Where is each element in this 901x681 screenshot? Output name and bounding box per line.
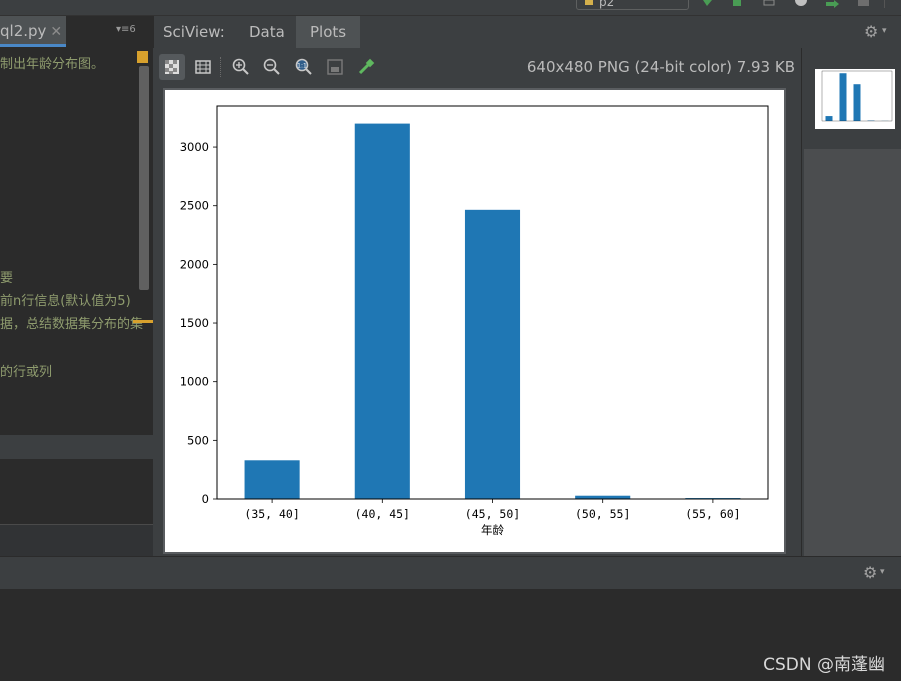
code-line: 要 — [0, 271, 14, 286]
bar — [853, 84, 861, 121]
y-tick-label: 0 — [202, 492, 209, 506]
gear-icon[interactable]: ⚙ — [863, 563, 877, 582]
tab-data[interactable]: Data — [235, 16, 299, 48]
gear-icon[interactable]: ⚙ — [864, 22, 878, 41]
bar — [839, 73, 847, 121]
code-line: 据，总结数据集分布的集 — [0, 317, 144, 332]
y-tick-label: 2000 — [180, 257, 209, 271]
editor-panel: ql2.py ✕ ▾≡6 制出年龄分布图。 要 前n行信息(默认值为5) 据，总结… — [0, 16, 153, 556]
bottom-tool-window-header: ⚙ ▾ — [0, 556, 901, 589]
thumbnail-chart — [821, 70, 893, 122]
tab-list-menu[interactable]: ▾≡6 — [116, 24, 136, 35]
profile-icon[interactable] — [793, 0, 809, 10]
watermark: CSDN @南蓬幽 — [763, 655, 885, 675]
sciview-header: SciView: Data Plots ⚙ ▾ — [153, 16, 901, 48]
debug-icon[interactable] — [729, 0, 745, 10]
tab-plots[interactable]: Plots — [296, 16, 361, 48]
editor-tab[interactable]: ql2.py ✕ — [0, 16, 66, 47]
x-axis-label: 年龄 — [481, 523, 504, 537]
run-config-selector[interactable]: p2 — [576, 0, 689, 10]
console-header — [0, 524, 153, 556]
code-line: 前n行信息(默认值为5) — [0, 294, 131, 309]
image-info: 640x480 PNG (24-bit color) 7.93 KB — [526, 58, 795, 76]
warning-marker[interactable] — [137, 51, 148, 63]
chevron-down-icon[interactable]: ▾ — [882, 26, 887, 36]
y-tick-label: 3000 — [180, 140, 209, 154]
bar — [244, 460, 300, 499]
actual-size-icon[interactable]: 1:1 — [291, 54, 317, 80]
stop-icon[interactable] — [856, 0, 872, 10]
plot-viewer: (35, 40] (40, 45] (45, 50] (50, 55] (55, 60]… — [153, 86, 801, 556]
separator-icon — [884, 0, 885, 8]
y-tick-label: 1500 — [180, 316, 209, 330]
zoom-out-icon[interactable] — [259, 54, 285, 80]
y-tick-label: 1000 — [180, 375, 209, 389]
top-toolbar: p2 — [0, 0, 901, 16]
code-line: 制出年龄分布图。 — [0, 57, 105, 72]
svg-text:1:1: 1:1 — [297, 63, 307, 70]
code-line: 的行或列 — [0, 365, 53, 380]
thumbnail-list-area — [804, 149, 901, 556]
color-picker-icon[interactable] — [353, 54, 379, 80]
scroll-marker-bar — [133, 320, 153, 323]
x-tick-label: (50, 55] — [575, 507, 630, 521]
chevron-down-icon[interactable]: ▾ — [880, 567, 885, 577]
plot-image[interactable]: (35, 40] (40, 45] (45, 50] (50, 55] (55, 60]… — [165, 90, 784, 552]
grid-icon[interactable] — [190, 54, 216, 80]
run-config-label: p2 — [599, 0, 615, 9]
chessboard-icon[interactable] — [159, 54, 185, 80]
x-tick-label: (45, 50] — [465, 507, 520, 521]
attach-icon[interactable] — [824, 0, 840, 10]
y-tick-label: 2500 — [180, 199, 209, 213]
x-tick-label: (40, 45] — [355, 507, 410, 521]
plot-frame: (35, 40] (40, 45] (45, 50] (50, 55] (55, 60]… — [163, 88, 786, 554]
zoom-in-icon[interactable] — [228, 54, 254, 80]
fit-icon[interactable] — [322, 54, 348, 80]
python-config-icon — [585, 0, 593, 5]
x-tick-label: (55, 60] — [685, 507, 740, 521]
plots-thumbnail-panel — [801, 48, 901, 556]
sciview-label: SciView: — [163, 23, 225, 41]
plot-thumbnail[interactable] — [815, 69, 895, 129]
coverage-icon[interactable] — [761, 0, 777, 10]
bar-chart: (35, 40] (40, 45] (45, 50] (50, 55] (55, 60]… — [180, 105, 769, 537]
plot-toolbar: 1:1 640x480 PNG (24-bit color) 7.93 KB — [153, 48, 801, 86]
bar — [825, 116, 833, 121]
run-icon[interactable] — [700, 0, 716, 10]
x-tick-label: (35, 40] — [244, 507, 299, 521]
thumbnail-selected[interactable] — [804, 48, 901, 149]
editor-highlight-band — [0, 435, 153, 459]
close-icon[interactable]: ✕ — [50, 24, 62, 40]
editor-scrollbar[interactable] — [139, 66, 149, 290]
toolbar-separator — [220, 57, 221, 77]
bar — [464, 209, 521, 499]
code-editor[interactable]: 制出年龄分布图。 要 前n行信息(默认值为5) 据，总结数据集分布的集 的行或列 — [0, 47, 153, 525]
editor-tab-label: ql2.py — [0, 22, 47, 40]
bar — [354, 123, 410, 499]
y-tick-label: 500 — [187, 433, 209, 447]
